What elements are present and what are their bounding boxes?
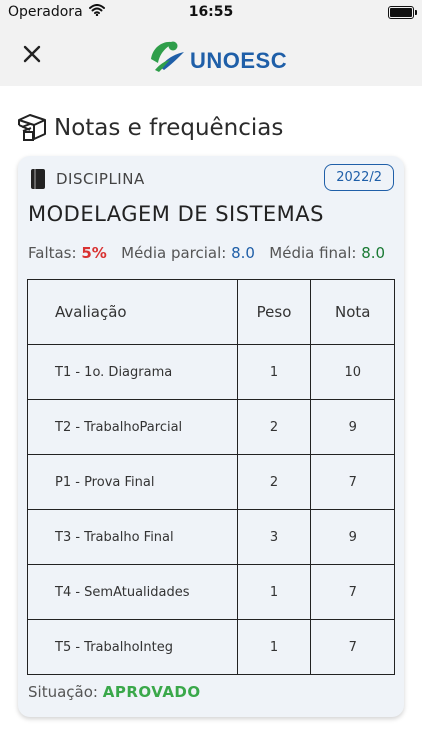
cell-avaliacao: T2 - TrabalhoParcial (27, 399, 238, 455)
status-row: Situação: APROVADO (28, 683, 201, 701)
cell-avaliacao: T3 - Trabalho Final (27, 509, 238, 565)
course-card: DISCIPLINA 2022/2 MODELAGEM DE SISTEMAS … (18, 156, 404, 717)
table-header-row: Avaliação Peso Nota (27, 279, 395, 345)
cell-nota: 9 (310, 399, 395, 455)
media-parcial-label: Média parcial: (121, 244, 227, 262)
book-icon (31, 169, 45, 189)
cell-nota: 7 (310, 454, 395, 510)
table-row: T4 - SemAtualidades 1 7 (27, 564, 395, 620)
media-parcial-value: 8.0 (231, 244, 255, 262)
cell-peso: 2 (236, 399, 312, 455)
table-row: T1 - 1o. Diagrama 1 10 (27, 344, 395, 400)
close-button[interactable] (18, 40, 46, 68)
year-badge[interactable]: 2022/2 (324, 164, 394, 191)
page-title-row: Notas e frequências (16, 114, 283, 142)
header-nota: Nota (310, 279, 395, 345)
cell-nota: 7 (310, 619, 395, 675)
media-final-value: 8.0 (361, 244, 386, 262)
media-final-label: Média final: (269, 244, 357, 262)
cell-peso: 2 (236, 454, 312, 510)
faltas-label: Faltas: (28, 244, 77, 262)
grades-table: Avaliação Peso Nota T1 - 1o. Diagrama 1 … (27, 279, 395, 675)
cell-nota: 9 (310, 509, 395, 565)
discipline-row: DISCIPLINA (30, 168, 145, 190)
course-name: MODELAGEM DE SISTEMAS (28, 202, 324, 226)
logo-text: UNOESC (190, 48, 288, 73)
table-row: T5 - TrabalhoInteg 1 7 (27, 619, 395, 675)
cell-peso: 1 (236, 564, 312, 620)
unoesc-logo: UNOESC (148, 36, 287, 74)
cell-peso: 1 (236, 619, 312, 675)
close-icon (23, 45, 41, 63)
cell-avaliacao: P1 - Prova Final (27, 454, 238, 510)
table-row: T3 - Trabalho Final 3 9 (27, 509, 395, 565)
page-title: Notas e frequências (54, 115, 284, 141)
grades-icon (18, 114, 46, 141)
cell-peso: 1 (236, 344, 312, 400)
cell-peso: 3 (236, 509, 312, 565)
cell-avaliacao: T5 - TrabalhoInteg (27, 619, 238, 675)
faltas-value: 5% (81, 244, 107, 262)
cell-nota: 7 (310, 564, 395, 620)
cell-nota: 10 (310, 344, 395, 400)
stats-row: Faltas: 5% Média parcial: 8.0 Média fina… (28, 244, 385, 262)
battery-icon (388, 6, 417, 19)
header-avaliacao: Avaliação (27, 279, 238, 345)
situacao-value: APROVADO (102, 683, 201, 701)
logo-mark-icon (151, 41, 184, 72)
cell-avaliacao: T4 - SemAtualidades (27, 564, 238, 620)
situacao-label: Situação: (28, 683, 98, 701)
app-header: UNOESC (0, 26, 422, 86)
cell-avaliacao: T1 - 1o. Diagrama (27, 344, 238, 400)
table-row: T2 - TrabalhoParcial 2 9 (27, 399, 395, 455)
table-row: P1 - Prova Final 2 7 (27, 454, 395, 510)
header-peso: Peso (236, 279, 312, 345)
status-time: 16:55 (188, 4, 234, 20)
status-bar: Operadora 16:55 (0, 0, 422, 26)
discipline-label: DISCIPLINA (56, 170, 145, 188)
